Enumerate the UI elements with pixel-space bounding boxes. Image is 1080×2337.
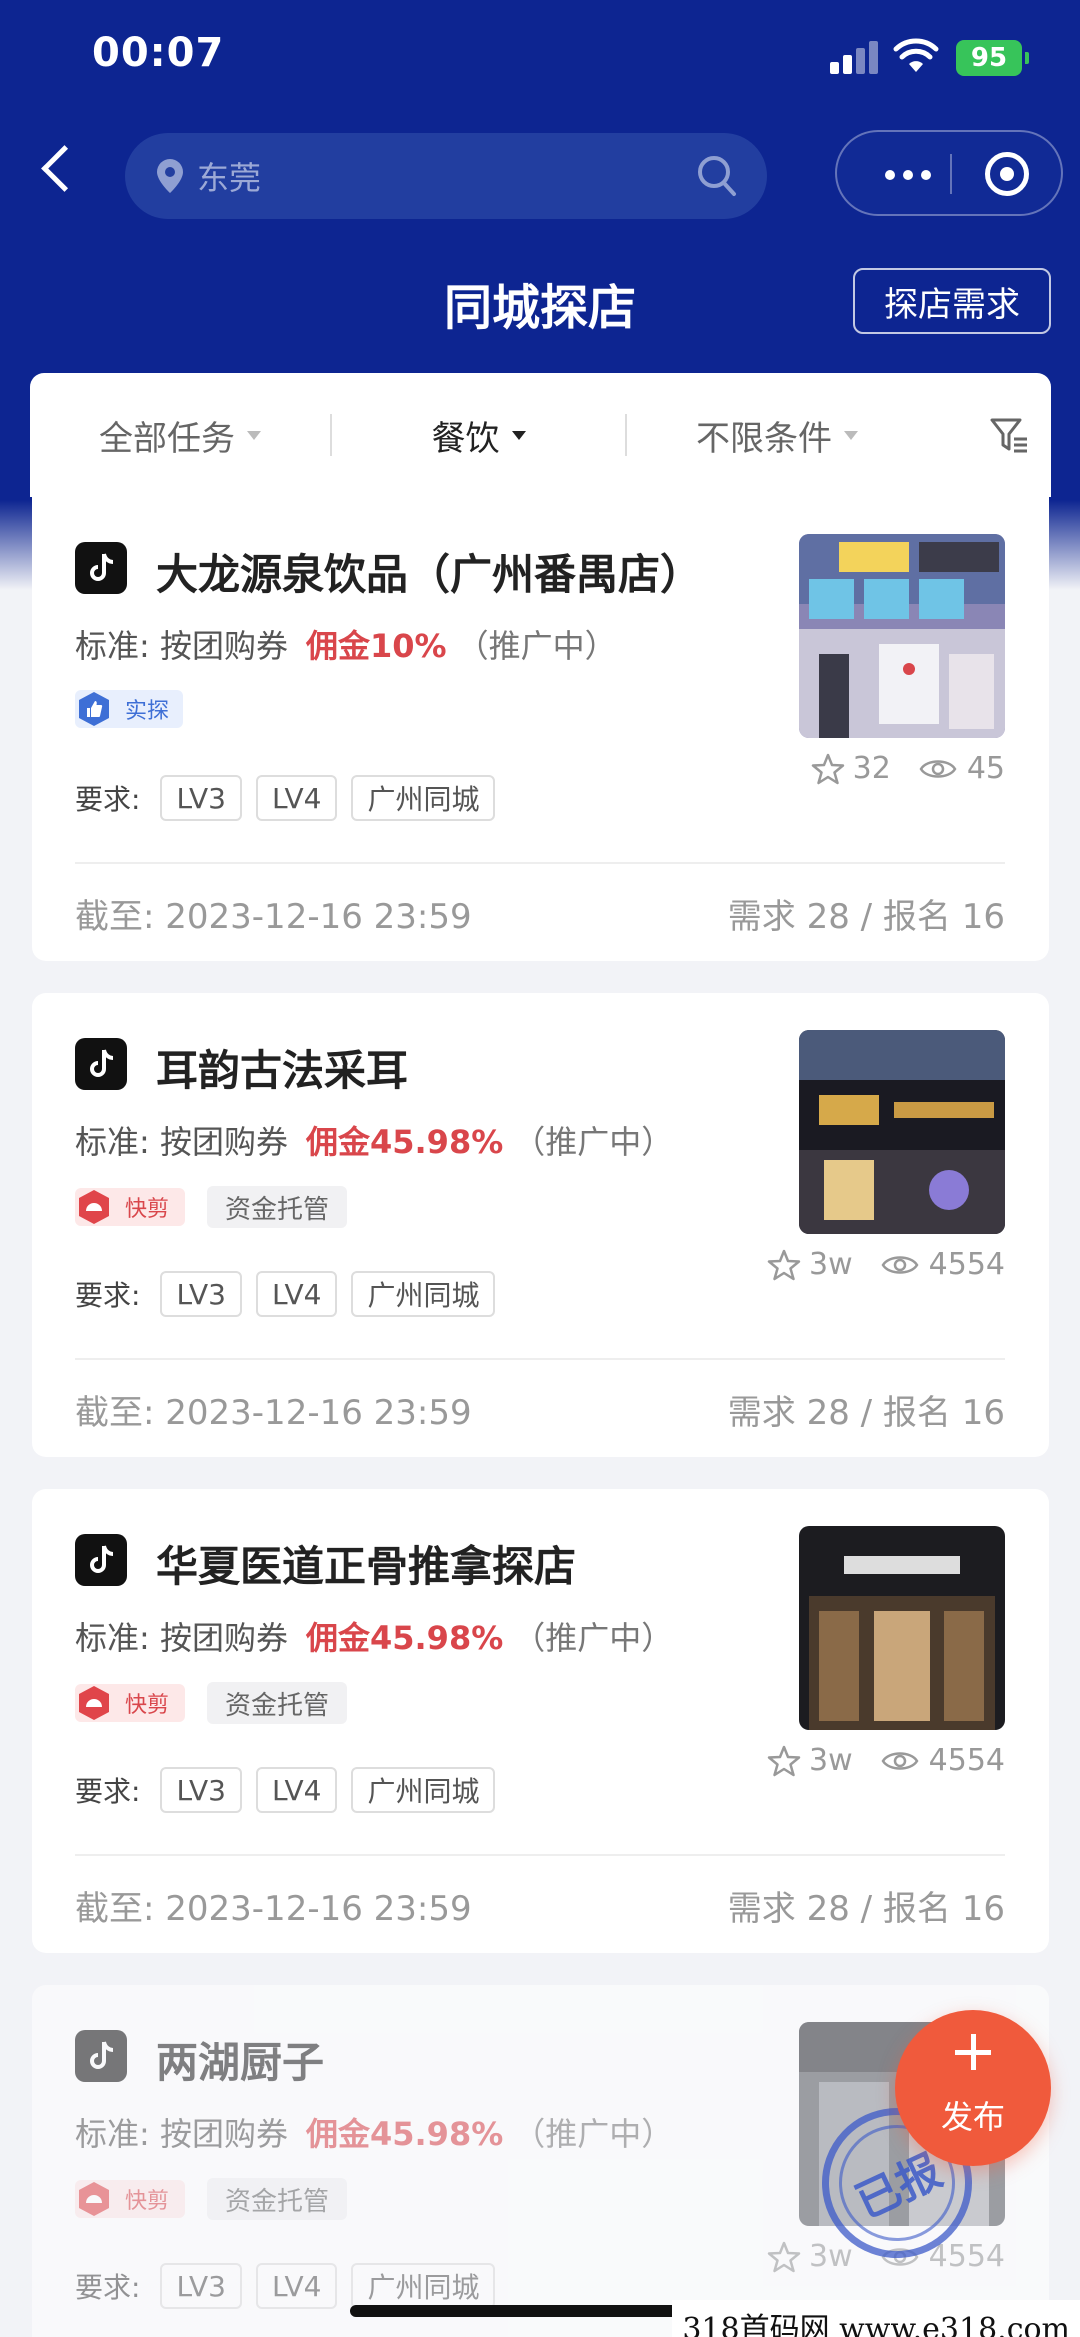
demand-signup-counts: 需求 28 / 报名 16 — [727, 1393, 1005, 1433]
search-input[interactable]: 东莞 — [197, 153, 261, 199]
dropdown-arrow-icon — [844, 430, 858, 440]
req-tag: 广州同城 — [351, 2263, 496, 2309]
filter-all-tasks[interactable]: 全部任务 — [30, 373, 330, 497]
deadline: 截至: 2023-12-16 23:59 — [75, 1889, 472, 1929]
requirements: 要求: LV3 LV4 广州同城 — [75, 1271, 496, 1317]
douyin-icon — [75, 542, 127, 594]
badge-escrow: 资金托管 — [207, 1186, 348, 1228]
card-title: 耳韵古法采耳 — [156, 1046, 409, 1095]
dropdown-arrow-icon — [247, 430, 261, 440]
badge-quick-cut: 快剪 — [75, 2180, 186, 2218]
badge-escrow: 资金托管 — [207, 2178, 348, 2220]
scissors-badge-icon — [79, 1686, 109, 1720]
star-icon[interactable] — [767, 1248, 801, 1282]
back-button[interactable] — [38, 140, 78, 200]
douyin-icon — [75, 1534, 127, 1586]
req-tag: LV4 — [255, 2263, 338, 2309]
miniprogram-capsule — [835, 130, 1063, 216]
standard-line: 标准: 按团购券 佣金45.98% （推广中） — [75, 1123, 674, 1161]
req-tag: LV3 — [160, 1271, 242, 1317]
close-miniprogram-icon[interactable] — [985, 152, 1029, 196]
filter-category[interactable]: 餐饮 — [332, 373, 625, 497]
badge-escrow: 资金托管 — [207, 1682, 348, 1724]
card-stats: 32 45 — [811, 751, 1005, 786]
card-title: 两湖厨子 — [156, 2038, 325, 2087]
requirements: 要求: LV3 LV4 广州同城 — [75, 1767, 496, 1813]
standard-line: 标准: 按团购券 佣金45.98% （推广中） — [75, 1619, 674, 1657]
requirements: 要求: LV3 LV4 广州同城 — [75, 775, 496, 821]
search-bar[interactable]: 东莞 — [125, 133, 767, 219]
commission: 佣金45.98% — [305, 1619, 504, 1657]
filter-conditions[interactable]: 不限条件 — [627, 373, 927, 497]
wifi-icon — [893, 38, 939, 72]
badges: 快剪 资金托管 — [75, 1186, 348, 1228]
card-stats: 3w 4554 — [767, 1247, 1005, 1282]
deadline: 截至: 2023-12-16 23:59 — [75, 1393, 472, 1433]
req-tag: 广州同城 — [351, 775, 496, 821]
star-icon[interactable] — [811, 752, 845, 786]
publish-button[interactable]: 发布 — [895, 2010, 1051, 2166]
demand-button[interactable]: 探店需求 — [853, 268, 1051, 334]
req-tag: LV3 — [160, 2263, 242, 2309]
more-icon[interactable] — [885, 170, 931, 180]
req-tag: LV4 — [255, 1767, 338, 1813]
deadline: 截至: 2023-12-16 23:59 — [75, 897, 472, 937]
requirements: 要求: LV3 LV4 广州同城 — [75, 2263, 496, 2309]
douyin-icon — [75, 2030, 127, 2082]
badge-quick-cut: 快剪 — [75, 1684, 186, 1722]
location-pin-icon — [157, 159, 183, 193]
card-stats: 3w 4554 — [767, 1743, 1005, 1778]
task-card[interactable]: 大龙源泉饮品（广州番禺店） 标准: 按团购券 佣金10% （推广中） 实探 要求: … — [32, 497, 1049, 961]
commission: 佣金45.98% — [305, 1123, 504, 1161]
watermark: 318首码网 www.e318.com — [672, 2300, 1080, 2337]
demand-signup-counts: 需求 28 / 报名 16 — [727, 1889, 1005, 1929]
commission: 佣金45.98% — [305, 2115, 504, 2153]
filter-funnel-icon[interactable] — [989, 415, 1029, 455]
badge-quick-cut: 快剪 — [75, 1188, 186, 1226]
thumbs-up-icon — [79, 692, 109, 726]
commission: 佣金10% — [305, 627, 447, 665]
douyin-icon — [75, 1038, 127, 1090]
store-thumbnail[interactable] — [799, 1030, 1005, 1234]
plus-icon — [955, 2034, 991, 2070]
card-title: 大龙源泉饮品（广州番禺店） — [156, 550, 703, 599]
scissors-badge-icon — [79, 2182, 109, 2216]
req-tag: LV3 — [160, 775, 242, 821]
search-icon[interactable] — [697, 155, 737, 197]
store-thumbnail[interactable] — [799, 1526, 1005, 1730]
badges: 快剪 资金托管 — [75, 1682, 348, 1724]
signal-icon — [830, 40, 880, 74]
eye-icon — [919, 759, 957, 778]
task-card[interactable]: 耳韵古法采耳 标准: 按团购券 佣金45.98% （推广中） 快剪 资金托管 要求:… — [32, 993, 1049, 1457]
standard-line: 标准: 按团购券 佣金10% （推广中） — [75, 627, 617, 665]
star-icon[interactable] — [767, 1744, 801, 1778]
badges: 快剪 资金托管 — [75, 2178, 348, 2220]
eye-icon — [881, 1255, 919, 1274]
badge-explore: 实探 — [75, 690, 184, 728]
eye-icon — [881, 1751, 919, 1770]
req-tag: 广州同城 — [351, 1271, 496, 1317]
battery-icon: 95 — [956, 40, 1029, 76]
req-tag: 广州同城 — [351, 1767, 496, 1813]
card-title: 华夏医道正骨推拿探店 — [156, 1542, 577, 1591]
req-tag: LV3 — [160, 1767, 242, 1813]
scissors-badge-icon — [79, 1190, 109, 1224]
req-tag: LV4 — [255, 1271, 338, 1317]
standard-line: 标准: 按团购券 佣金45.98% （推广中） — [75, 2115, 674, 2153]
star-icon[interactable] — [767, 2240, 801, 2274]
task-card[interactable]: 华夏医道正骨推拿探店 标准: 按团购券 佣金45.98% （推广中） 快剪 资金托管… — [32, 1489, 1049, 1953]
demand-signup-counts: 需求 28 / 报名 16 — [727, 897, 1005, 937]
filter-bar: 全部任务 餐饮 不限条件 — [30, 373, 1051, 497]
status-time: 00:07 — [92, 30, 225, 76]
badges: 实探 — [75, 690, 184, 728]
dropdown-arrow-icon — [511, 430, 526, 440]
req-tag: LV4 — [255, 775, 338, 821]
store-thumbnail[interactable] — [799, 534, 1005, 738]
